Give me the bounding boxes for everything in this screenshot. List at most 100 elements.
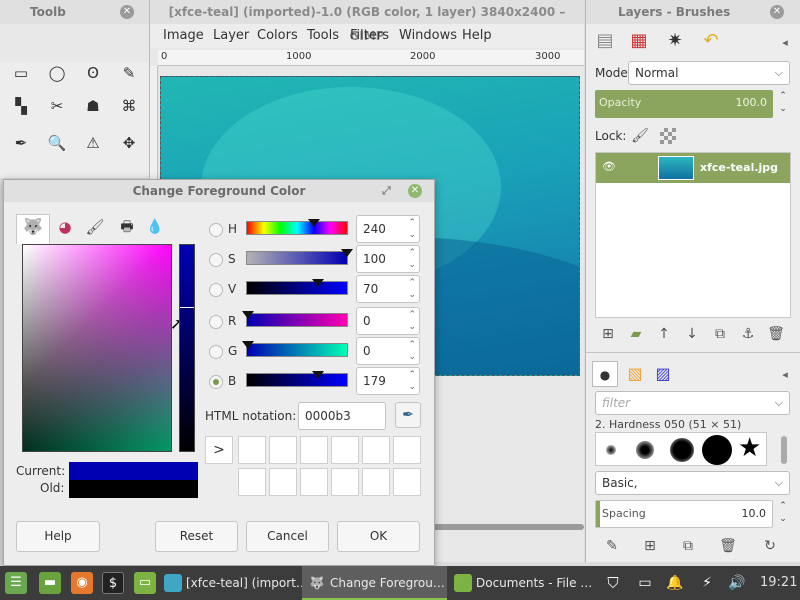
radio-v[interactable] <box>209 283 223 297</box>
spin-up-icon[interactable]: ⌃ <box>408 370 416 380</box>
raise-layer-icon[interactable]: ↑ <box>654 324 674 344</box>
mode-select[interactable]: Normal ⌵ <box>628 61 790 85</box>
paths-tool-icon[interactable]: ⌘ <box>118 95 140 117</box>
spin-up-icon[interactable]: ⌃ <box>408 340 416 350</box>
brushes-tab-icon[interactable]: ● <box>592 361 618 387</box>
ellipse-select-icon[interactable]: ◯ <box>46 62 68 84</box>
brush-scrollbar[interactable] <box>781 436 787 464</box>
scissors-select-icon[interactable]: ✂ <box>46 95 68 117</box>
power-icon[interactable]: ⚡ <box>696 572 718 594</box>
spin-r[interactable]: 0 ⌃ ⌄ <box>356 307 420 335</box>
slider-g[interactable] <box>242 341 348 357</box>
spin-v[interactable]: 70 ⌃ ⌄ <box>356 275 420 303</box>
gimp-wilber-icon[interactable]: 🐺 <box>20 214 46 240</box>
menu-help[interactable]: Help <box>462 28 492 43</box>
history-swatch[interactable] <box>362 468 390 496</box>
slider-r[interactable] <box>242 311 348 327</box>
watercolor-brush-icon[interactable]: 🖌 <box>82 214 108 240</box>
maximize-icon[interactable]: ⤢ <box>382 180 391 202</box>
lock-pixels-icon[interactable]: 🖌 <box>630 126 650 146</box>
firefox-icon[interactable]: ◉ <box>71 572 93 594</box>
spin-up-icon[interactable]: ⌃ <box>408 248 416 258</box>
notifications-icon[interactable]: 🔔 <box>664 572 686 594</box>
layers-tab-icon[interactable]: ▤ <box>592 28 618 54</box>
history-swatch[interactable] <box>269 468 297 496</box>
color-wheel-icon[interactable]: ◕ <box>52 214 78 240</box>
spin-g[interactable]: 0 ⌃ ⌄ <box>356 337 420 365</box>
dock-menu-icon[interactable]: ◂ <box>772 30 798 56</box>
slider-b-knob[interactable] <box>312 371 324 379</box>
radio-b[interactable] <box>209 375 223 389</box>
radio-r[interactable] <box>209 315 223 329</box>
spin-down-icon[interactable]: ⌄ <box>408 322 416 332</box>
layer-row[interactable]: 👁 xfce-teal.jpg <box>596 153 790 183</box>
add-to-history-button[interactable]: > <box>205 436 233 464</box>
brush-item[interactable] <box>636 441 654 459</box>
menu-icon[interactable]: ☰ <box>5 572 27 594</box>
eye-icon[interactable]: 👁 <box>602 160 616 173</box>
slider-b[interactable] <box>246 371 348 387</box>
undo-history-tab-icon[interactable]: ↶ <box>698 28 724 54</box>
spin-up-icon[interactable]: ⌃ <box>408 310 416 320</box>
slider-g-knob[interactable] <box>242 341 254 349</box>
menu-filters[interactable]: Filters <box>350 28 389 43</box>
task-documents[interactable]: Documents - File … <box>448 566 592 600</box>
slider-s[interactable] <box>246 249 353 265</box>
terminal-icon[interactable]: $ <box>102 572 124 594</box>
toolbox-close-button[interactable]: ✕ <box>120 5 134 19</box>
refresh-brushes-icon[interactable]: ↻ <box>760 536 780 556</box>
measure-tool-icon[interactable]: ⚠ <box>82 132 104 154</box>
help-button[interactable]: Help <box>16 521 100 552</box>
spin-b[interactable]: 179 ⌃ ⌄ <box>356 367 420 395</box>
shield-icon[interactable]: ⛉ <box>602 572 624 594</box>
dock-close-button[interactable]: ✕ <box>770 5 784 19</box>
dock-titlebar[interactable]: Layers - Brushes ✕ <box>586 0 800 24</box>
slider-r-knob[interactable] <box>242 311 254 319</box>
spin-s[interactable]: 100 ⌃ ⌄ <box>356 245 420 273</box>
spin-h[interactable]: 240 ⌃ ⌄ <box>356 215 420 243</box>
brush-item[interactable] <box>670 438 694 462</box>
html-notation-input[interactable]: 0000b3 <box>298 402 386 430</box>
rect-select-icon[interactable]: ▭ <box>10 62 32 84</box>
cancel-button[interactable]: Cancel <box>246 521 329 552</box>
lock-alpha-icon[interactable] <box>660 128 676 144</box>
move-tool-icon[interactable]: ✥ <box>118 132 140 154</box>
fuzzy-select-icon[interactable]: ✎ <box>118 62 140 84</box>
history-swatch[interactable] <box>362 436 390 464</box>
task-change-foreground[interactable]: 🐺 Change Foregrou… <box>302 566 447 600</box>
slider-h[interactable] <box>246 219 348 235</box>
history-swatch[interactable] <box>300 468 328 496</box>
history-swatch[interactable] <box>300 436 328 464</box>
duplicate-layer-icon[interactable]: ⧉ <box>710 324 730 344</box>
history-swatch[interactable] <box>393 436 421 464</box>
menu-windows[interactable]: Windows <box>399 28 457 43</box>
menu-layer[interactable]: Layer <box>213 28 249 43</box>
dialog-titlebar[interactable]: Change Foreground Color ⤢ ✕ <box>4 180 434 202</box>
slider-v[interactable] <box>246 279 348 295</box>
eyedropper-icon[interactable]: ✒ <box>395 402 421 428</box>
spin-down-icon[interactable]: ⌄ <box>408 352 416 362</box>
saturation-value-area[interactable] <box>22 244 172 452</box>
foreground-select-icon[interactable]: ☗ <box>82 95 104 117</box>
patterns-tab-icon[interactable]: ▧ <box>622 361 648 387</box>
toolbox-titlebar[interactable]: Toolb ✕ <box>0 0 149 24</box>
radio-h[interactable] <box>209 223 223 237</box>
ok-button[interactable]: OK <box>337 521 420 552</box>
task-gimp-image[interactable]: [xfce-teal] (import… <box>158 566 308 600</box>
duplicate-brush-icon[interactable]: ⧉ <box>678 536 698 556</box>
history-swatch[interactable] <box>393 468 421 496</box>
color-picker-icon[interactable]: ✒ <box>10 132 32 154</box>
history-swatch[interactable] <box>238 468 266 496</box>
gradients-tab-icon[interactable]: ▨ <box>650 361 676 387</box>
slider-s-knob[interactable] <box>341 249 353 257</box>
zoom-tool-icon[interactable]: 🔍 <box>46 132 68 154</box>
spin-down-icon[interactable]: ⌄ <box>408 382 416 392</box>
display-icon[interactable]: ▭ <box>634 572 656 594</box>
new-brush-icon[interactable]: ⊞ <box>640 536 660 556</box>
spin-up-icon[interactable]: ⌃ <box>408 278 416 288</box>
water-drop-icon[interactable]: 💧 <box>142 214 168 240</box>
reset-button[interactable]: Reset <box>155 521 238 552</box>
radio-s[interactable] <box>209 253 223 267</box>
edit-brush-icon[interactable]: ✎ <box>602 536 622 556</box>
lasso-select-icon[interactable]: ʘ <box>82 62 104 84</box>
